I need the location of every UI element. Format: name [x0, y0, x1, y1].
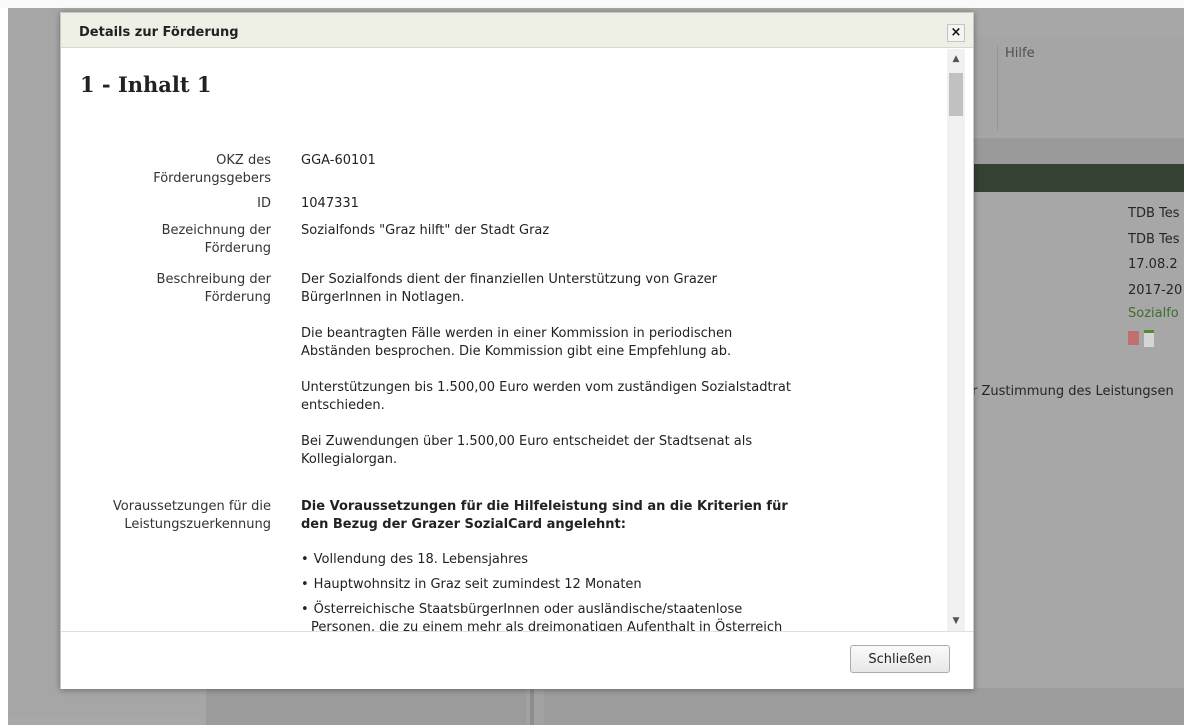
- description-paragraph-2-line1: Die beantragten Fälle werden in einer Ko…: [301, 326, 733, 341]
- voraussetzungen-label-line2: Leistungszuerkennung: [124, 517, 271, 532]
- bezeichnung-label-line1: Bezeichnung der: [161, 223, 271, 238]
- scroll-down-arrow-icon[interactable]: ▼: [947, 613, 965, 629]
- background-value-2: TDB Tes: [1128, 232, 1180, 247]
- background-top-strip: [0, 0, 1184, 8]
- requirement-bullet-3-continuation: Personen, die zu einem mehr als dreimona…: [311, 620, 783, 631]
- document-icon[interactable]: [1144, 330, 1154, 347]
- background-file-icons: [1128, 329, 1178, 349]
- dialog-titlebar: Details zur Förderung ×: [61, 13, 973, 48]
- close-button[interactable]: Schließen: [850, 645, 950, 673]
- background-value-1: TDB Tes: [1128, 206, 1180, 221]
- background-link[interactable]: Sozialfo: [1128, 306, 1179, 321]
- description-paragraph-3-line2: entschieden.: [301, 398, 385, 413]
- description-paragraph-3-line1: Unterstützungen bis 1.500,00 Euro werden…: [301, 380, 791, 395]
- description-paragraph-1-line2: BürgerInnen in Notlagen.: [301, 290, 465, 305]
- background-left-column: [0, 8, 8, 725]
- background-consent-text: r Zustimmung des Leistungsen: [972, 384, 1174, 399]
- description-paragraph-4-line1: Bei Zuwendungen über 1.500,00 Euro entsc…: [301, 434, 753, 449]
- bezeichnung-value: Sozialfonds "Graz hilft" der Stadt Graz: [301, 223, 550, 238]
- details-dialog: Details zur Förderung × 1 - Inhalt 1 OKZ…: [60, 12, 974, 689]
- close-icon[interactable]: ×: [947, 24, 965, 42]
- background-bottom-separator: [526, 688, 544, 725]
- requirement-bullet-2: Hauptwohnsitz in Graz seit zumindest 12 …: [301, 576, 861, 594]
- background-value-4: 2017-20: [1128, 283, 1183, 298]
- background-bottom-left: [8, 718, 206, 725]
- beschreibung-label-line2: Förderung: [204, 290, 271, 305]
- background-gray-bar: [972, 138, 1184, 164]
- description-paragraph-2-line2: Abständen besprochen. Die Kommission gib…: [301, 344, 732, 359]
- okz-label-line1: OKZ des: [216, 153, 271, 168]
- requirements-intro-line2: den Bezug der Grazer SozialCard angelehn…: [301, 517, 626, 532]
- pdf-icon[interactable]: [1128, 331, 1139, 345]
- background-menu-divider: [997, 46, 998, 130]
- background-bottom-separator-line: [530, 688, 534, 725]
- scroll-up-arrow-icon[interactable]: ▲: [947, 51, 965, 67]
- requirements-intro-line1: Die Voraussetzungen für die Hilfeleistun…: [301, 499, 788, 514]
- id-value: 1047331: [301, 196, 359, 211]
- description-paragraph-4-line2: Kollegialorgan.: [301, 452, 398, 467]
- beschreibung-label-line1: Beschreibung der: [156, 272, 271, 287]
- dialog-content: 1 - Inhalt 1 OKZ des Förderungsgebers GG…: [61, 49, 947, 631]
- dialog-title: Details zur Förderung: [79, 25, 239, 40]
- background-menu-area: [972, 36, 1184, 136]
- voraussetzungen-label-line1: Voraussetzungen für die: [112, 499, 271, 514]
- okz-label-line2: Förderungsgebers: [153, 171, 271, 186]
- bezeichnung-label-line2: Förderung: [204, 241, 271, 256]
- dialog-footer: Schließen: [61, 631, 973, 689]
- okz-value: GGA-60101: [301, 153, 376, 168]
- scrollbar-thumb[interactable]: [949, 73, 963, 116]
- description-paragraph-1-line1: Der Sozialfonds dient der finanziellen U…: [301, 272, 718, 287]
- section-heading: 1 - Inhalt 1: [80, 72, 212, 97]
- background-bottom-middle: [206, 688, 526, 725]
- content-scrollbar[interactable]: ▲ ▼: [947, 49, 965, 631]
- background-value-3: 17.08.2: [1128, 257, 1178, 272]
- background-bottom-right: [544, 688, 1184, 725]
- help-menu-link[interactable]: Hilfe: [1005, 46, 1035, 61]
- requirement-bullet-3: Österreichische StaatsbürgerInnen oder a…: [301, 601, 861, 619]
- requirement-bullet-1: Vollendung des 18. Lebensjahres: [301, 551, 861, 569]
- background-header-bar: [972, 164, 1184, 192]
- id-label: ID: [257, 196, 271, 211]
